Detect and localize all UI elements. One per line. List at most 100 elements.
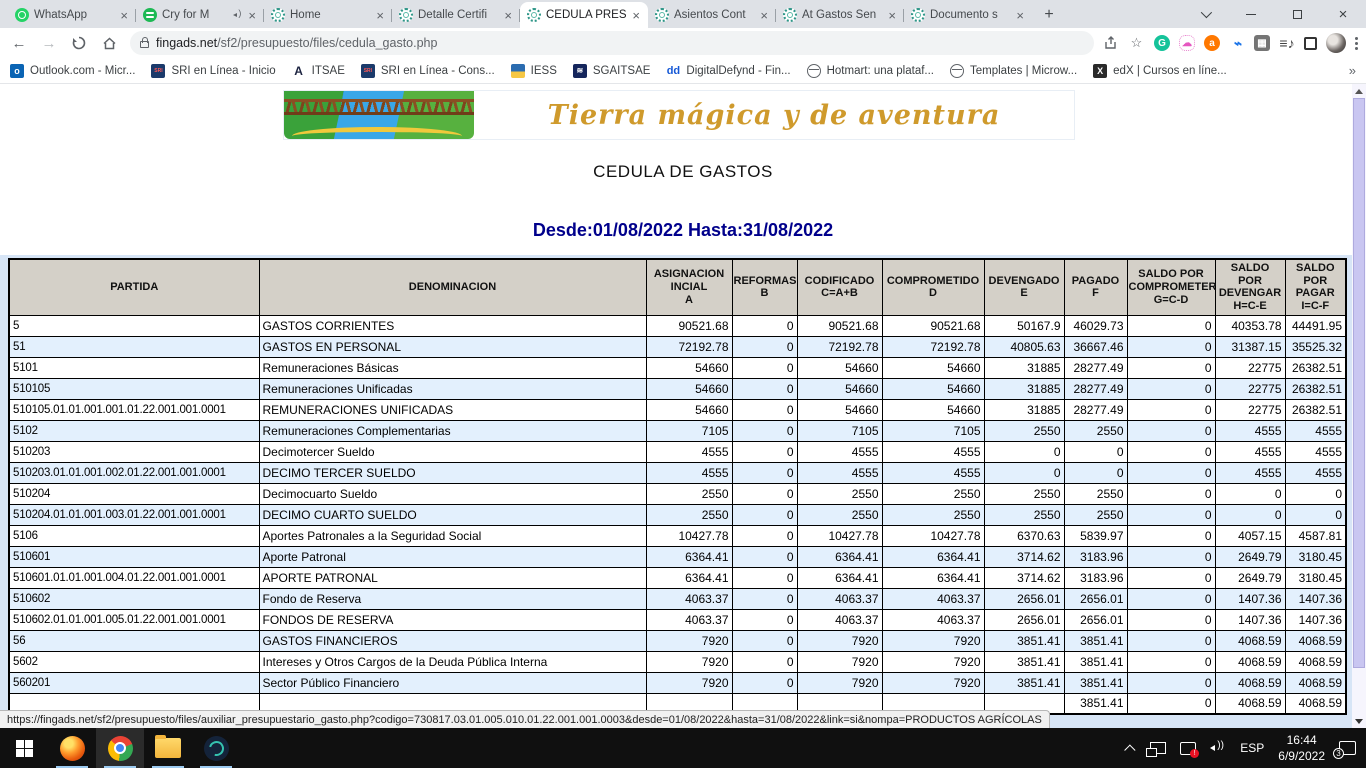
playlist-extension-icon[interactable]: ≡♪ — [1279, 35, 1295, 51]
tab-close-icon[interactable]: × — [375, 8, 385, 23]
scroll-up-button[interactable] — [1352, 84, 1366, 98]
cell-value: 0 — [1127, 336, 1215, 357]
close-button[interactable]: × — [1320, 0, 1366, 28]
tab-spotify[interactable]: Cry for M × — [136, 2, 264, 28]
extensions-puzzle-icon[interactable]: ▦ — [1254, 35, 1270, 51]
scrollbar-thumb[interactable] — [1353, 98, 1365, 668]
window-controls: × — [1182, 0, 1366, 28]
status-bar: https://fingads.net/sf2/presupuesto/file… — [0, 710, 1050, 728]
table-zone: PARTIDA DENOMINACION ASIGNACION INCIAL A… — [0, 255, 1366, 728]
address-bar[interactable]: fingads.net/sf2/presupuesto/files/cedula… — [130, 31, 1094, 55]
vertical-scrollbar[interactable] — [1352, 84, 1366, 728]
cell-value: 7920 — [882, 630, 984, 651]
cell-value: 4555 — [882, 462, 984, 483]
taskbar-chrome[interactable] — [96, 728, 144, 768]
back-button[interactable]: ← — [6, 30, 32, 56]
cloud-extension-icon[interactable]: ☁ — [1179, 35, 1195, 51]
tab-cedula-presupuestaria[interactable]: CEDULA PRES × — [520, 2, 648, 28]
volume-icon[interactable] — [1204, 728, 1232, 768]
header-saldo-pagar: SALDO POR PAGAR I=C-F — [1285, 259, 1346, 315]
cell-value: 26382.51 — [1285, 357, 1346, 378]
tab-at-gastos[interactable]: At Gastos Sen × — [776, 2, 904, 28]
cell-value: 0 — [984, 441, 1064, 462]
new-tab-button[interactable]: + — [1036, 2, 1062, 28]
network-icon[interactable] — [1144, 728, 1172, 768]
cell-value: 6370.63 — [984, 525, 1064, 546]
language-indicator[interactable]: ESP — [1234, 728, 1270, 768]
bookmark-sri-consultas[interactable]: SRI en Línea - Cons... — [361, 64, 495, 78]
avast-extension-icon[interactable]: a — [1204, 35, 1220, 51]
cell-denominacion: GASTOS CORRIENTES — [259, 315, 646, 336]
alert-icon[interactable]: ! — [1174, 728, 1202, 768]
header-devengado: DEVENGADO E — [984, 259, 1064, 315]
bookmarks-overflow-chevron[interactable]: » — [1349, 63, 1356, 78]
table-row: 5106Aportes Patronales a la Seguridad So… — [9, 525, 1346, 546]
cell-value: 3183.96 — [1064, 546, 1127, 567]
taskbar-file-explorer[interactable] — [144, 728, 192, 768]
cell-value: 4555 — [1285, 420, 1346, 441]
tab-home[interactable]: Home × — [264, 2, 392, 28]
home-button[interactable] — [96, 30, 122, 56]
bookmark-itsae[interactable]: ITSAE — [292, 64, 345, 78]
minimize-button[interactable] — [1228, 0, 1274, 28]
tab-close-icon[interactable]: × — [631, 8, 641, 23]
scroll-down-button[interactable] — [1352, 714, 1366, 728]
square-extension-icon[interactable] — [1304, 37, 1317, 50]
action-center-button[interactable]: 3 — [1333, 728, 1362, 768]
bookmark-outlook[interactable]: Outlook.com - Micr... — [10, 64, 135, 78]
tab-close-icon[interactable]: × — [119, 8, 129, 23]
bookmark-edx[interactable]: edX | Cursos en líne... — [1093, 64, 1227, 78]
profile-avatar[interactable] — [1326, 33, 1346, 53]
taskbar-firefox[interactable] — [48, 728, 96, 768]
bookmark-sgaitsae[interactable]: SGAITSAE — [573, 64, 651, 78]
tab-close-icon[interactable]: × — [1015, 8, 1025, 23]
url-host: fingads.net — [156, 36, 217, 50]
bookmark-hotmart[interactable]: Hotmart: una plataf... — [807, 64, 934, 78]
cell-denominacion: Remuneraciones Básicas — [259, 357, 646, 378]
cell-denominacion: Decimocuarto Sueldo — [259, 483, 646, 504]
bookmark-label: SRI en Línea - Inicio — [171, 65, 275, 77]
tab-close-icon[interactable]: × — [247, 8, 257, 23]
tab-detalle-certificado[interactable]: Detalle Certifi × — [392, 2, 520, 28]
tab-whatsapp[interactable]: WhatsApp × — [8, 2, 136, 28]
grammarly-extension-icon[interactable]: G — [1154, 35, 1170, 51]
share-icon[interactable] — [1102, 35, 1119, 52]
table-row: 510601Aporte Patronal6364.4106364.416364… — [9, 546, 1346, 567]
tab-asientos-contables[interactable]: Asientos Cont × — [648, 2, 776, 28]
cell-value: 0 — [732, 609, 797, 630]
cell-value: 31387.15 — [1215, 336, 1285, 357]
browser-menu-icon[interactable] — [1355, 37, 1358, 50]
bookmark-templates[interactable]: Templates | Microw... — [950, 64, 1077, 78]
tab-close-icon[interactable]: × — [503, 8, 513, 23]
folder-icon — [155, 738, 181, 758]
taskbar-app[interactable] — [192, 728, 240, 768]
cell-denominacion: DECIMO CUARTO SUELDO — [259, 504, 646, 525]
tab-search-chevron-icon[interactable] — [1182, 0, 1228, 28]
cell-value: 0 — [1127, 672, 1215, 693]
site-banner: Tierra mágica y de aventura — [283, 90, 1075, 140]
tab-documento[interactable]: Documento s × — [904, 2, 1032, 28]
bookmark-digitaldefynd[interactable]: DigitalDefynd - Fin... — [666, 64, 790, 78]
start-button[interactable] — [0, 728, 48, 768]
bookmark-iess[interactable]: IESS — [511, 64, 557, 78]
tray-expand-chevron[interactable] — [1122, 728, 1142, 768]
reload-button[interactable] — [66, 30, 92, 56]
tab-close-icon[interactable]: × — [759, 8, 769, 23]
feather-extension-icon[interactable]: ⌁ — [1229, 35, 1245, 51]
cell-value: 1407.36 — [1285, 588, 1346, 609]
bookmark-star-icon[interactable]: ☆ — [1128, 35, 1145, 52]
cell-value: 0 — [1127, 483, 1215, 504]
bookmark-label: Hotmart: una plataf... — [827, 65, 934, 77]
cell-partida: 5 — [9, 315, 259, 336]
cell-value: 4063.37 — [797, 609, 882, 630]
bookmark-sri-inicio[interactable]: SRI en Línea - Inicio — [151, 64, 275, 78]
clock[interactable]: 16:44 6/9/2022 — [1272, 728, 1331, 768]
toolbar-icons: ☆ G ☁ a ⌁ ▦ ≡♪ — [1102, 33, 1360, 53]
cell-value: 4063.37 — [646, 588, 732, 609]
iess-icon — [511, 64, 525, 78]
forward-button[interactable]: → — [36, 30, 62, 56]
system-tray: ! ESP 16:44 6/9/2022 3 — [1122, 728, 1366, 768]
cell-value: 28277.49 — [1064, 378, 1127, 399]
restore-button[interactable] — [1274, 0, 1320, 28]
tab-close-icon[interactable]: × — [887, 8, 897, 23]
